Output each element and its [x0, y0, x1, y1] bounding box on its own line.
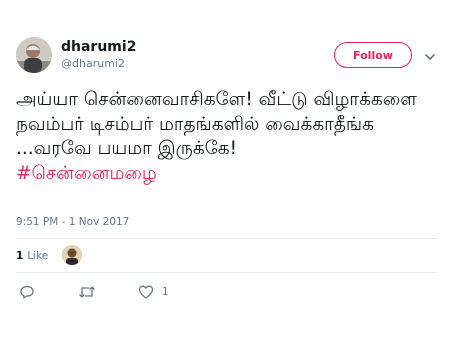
- tweet-text: அய்யா சென்னைவாசிகளே! வீட்டு விழாக்களை நவ…: [16, 88, 436, 186]
- avatar[interactable]: [16, 37, 52, 73]
- retweet-icon: [78, 284, 96, 300]
- like-label: Like: [27, 250, 49, 262]
- tweet-timestamp[interactable]: 9:51 PM - 1 Nov 2017: [16, 216, 129, 228]
- heart-icon: [138, 284, 154, 300]
- like-button[interactable]: 1: [138, 284, 169, 300]
- reply-button[interactable]: [19, 284, 35, 300]
- like-action-count: 1: [162, 286, 169, 298]
- retweet-button[interactable]: [78, 284, 96, 300]
- tweet-body: அய்யா சென்னைவாசிகளே! வீட்டு விழாக்களை நவ…: [16, 89, 417, 159]
- likes-summary[interactable]: 1 Like: [16, 250, 48, 262]
- hashtag-link[interactable]: #சென்னைமழை: [16, 163, 157, 184]
- liker-avatar[interactable]: [62, 245, 82, 265]
- divider: [16, 238, 437, 239]
- divider: [16, 272, 437, 273]
- follow-button[interactable]: Follow: [334, 42, 412, 68]
- display-name[interactable]: dharumi2: [61, 39, 136, 55]
- reply-icon: [19, 284, 35, 300]
- like-count: 1: [16, 250, 24, 262]
- chevron-down-icon[interactable]: [424, 48, 436, 60]
- user-handle[interactable]: @dharumi2: [61, 57, 125, 70]
